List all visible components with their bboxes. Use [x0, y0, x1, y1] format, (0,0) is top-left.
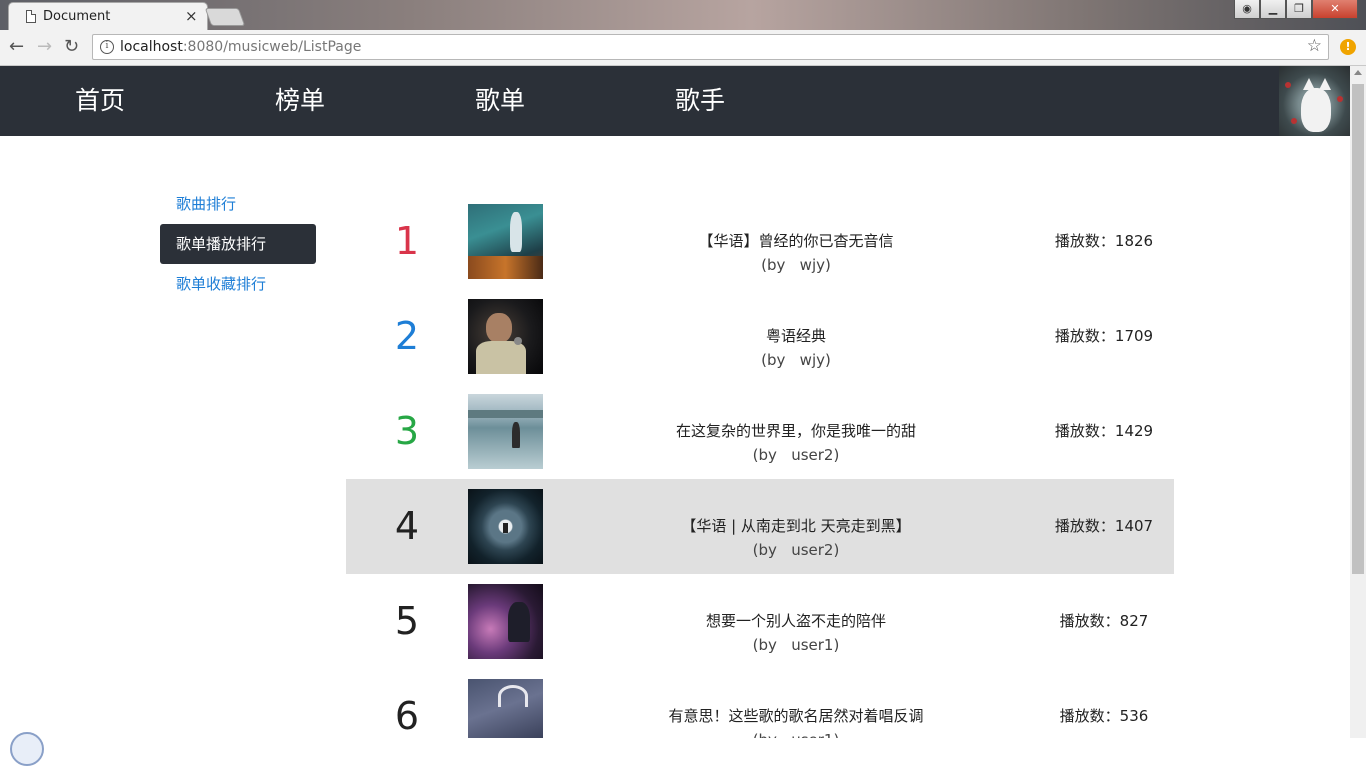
nav-singers[interactable]: 歌手	[675, 86, 725, 116]
document-icon	[26, 10, 36, 23]
ranking-list: 1 【华语】曾经的你已杳无音信 (by wjy) 播放数：1826 2 粤语经典…	[346, 194, 1174, 738]
address-bar[interactable]: i localhost:8080/musicweb/ListPage ☆	[92, 34, 1329, 60]
page-scrollbar[interactable]	[1350, 66, 1366, 738]
minimize-icon[interactable]: ▁	[1260, 0, 1286, 19]
cover-figure	[512, 422, 520, 448]
avatar-flower	[1337, 96, 1343, 102]
back-icon[interactable]: ←	[9, 36, 24, 58]
playlist-cover[interactable]	[468, 299, 543, 374]
avatar-cat-body	[1301, 88, 1331, 132]
sidebar-item-song-ranking[interactable]: 歌曲排行	[160, 184, 316, 224]
playlist-title[interactable]: 【华语】曾经的你已杳无音信	[606, 231, 986, 251]
playlist-cover[interactable]	[468, 489, 543, 564]
play-count: 播放数：1407	[1054, 517, 1154, 535]
rank-number: 5	[394, 599, 420, 643]
forward-icon[interactable]: →	[37, 36, 52, 58]
restore-icon[interactable]: ❐	[1286, 0, 1312, 19]
rank-number: 6	[394, 694, 420, 738]
play-count: 播放数：1709	[1054, 327, 1154, 345]
nav-charts[interactable]: 榜单	[275, 86, 325, 116]
playlist-cover[interactable]	[468, 394, 543, 469]
page-viewport: 首页 榜单 歌单 歌手 歌曲排行 歌单播放排行 歌单收藏排行 1 【华语】曾经的…	[0, 66, 1350, 738]
playlist-info: 在这复杂的世界里，你是我唯一的甜 (by user2)	[606, 384, 986, 479]
playlist-cover[interactable]	[468, 204, 543, 279]
sidebar-item-playlist-favorite-ranking[interactable]: 歌单收藏排行	[160, 264, 316, 304]
play-count: 播放数：827	[1059, 612, 1149, 630]
ranking-row[interactable]: 4 【华语 | 从南走到北 天亮走到黑】 (by user2) 播放数：1407	[346, 479, 1174, 574]
playlist-info: 想要一个别人盗不走的陪伴 (by user1)	[606, 574, 986, 669]
new-tab-button[interactable]	[204, 8, 246, 26]
ranking-row[interactable]: 3 在这复杂的世界里，你是我唯一的甜 (by user2) 播放数：1429	[346, 384, 1174, 479]
window-controls: ◉ ▁ ❐ ✕	[1234, 0, 1358, 19]
nav-playlists[interactable]: 歌单	[475, 86, 525, 116]
avatar-flower	[1285, 82, 1291, 88]
extension-alert-icon[interactable]: !	[1340, 39, 1356, 55]
browser-toolbar: ← → ↻ i localhost:8080/musicweb/ListPage…	[0, 30, 1366, 66]
avatar-flower	[1291, 118, 1297, 124]
playlist-title[interactable]: 【华语 | 从南走到北 天亮走到黑】	[606, 516, 986, 536]
browser-titlebar: Document × ◉ ▁ ❐ ✕	[0, 0, 1366, 30]
sidebar-item-playlist-play-ranking[interactable]: 歌单播放排行	[160, 224, 316, 264]
window-close-icon[interactable]: ✕	[1312, 0, 1358, 19]
playlist-cover[interactable]	[468, 584, 543, 659]
tab-title: Document	[43, 9, 111, 24]
cover-face	[486, 313, 512, 343]
ranking-row[interactable]: 2 粤语经典 (by wjy) 播放数：1709	[346, 289, 1174, 384]
url-path: :8080/musicweb/ListPage	[182, 39, 362, 55]
cover-figure	[510, 212, 522, 252]
cover-microphone	[514, 337, 522, 345]
playlist-cover[interactable]	[468, 679, 543, 738]
playlist-title[interactable]: 粤语经典	[606, 326, 986, 346]
browser-tab[interactable]: Document ×	[8, 2, 208, 30]
floating-widget-icon[interactable]	[10, 732, 44, 766]
play-count: 播放数：536	[1059, 707, 1149, 725]
rank-number: 4	[394, 504, 420, 548]
cover-figure	[503, 523, 508, 533]
playlist-info: 【华语】曾经的你已杳无音信 (by wjy)	[606, 194, 986, 289]
top-navigation: 首页 榜单 歌单 歌手	[0, 66, 1350, 136]
playlist-author: (by wjy)	[761, 256, 831, 274]
play-count: 播放数：1429	[1054, 422, 1154, 440]
rank-number: 1	[394, 219, 420, 263]
ranking-row[interactable]: 1 【华语】曾经的你已杳无音信 (by wjy) 播放数：1826	[346, 194, 1174, 289]
ranking-row[interactable]: 5 想要一个别人盗不走的陪伴 (by user1) 播放数：827	[346, 574, 1174, 669]
scrollbar-thumb[interactable]	[1352, 84, 1364, 574]
reload-icon[interactable]: ↻	[64, 36, 79, 58]
url-host: localhost	[120, 39, 183, 55]
cover-mountains	[468, 410, 543, 418]
playlist-author: (by user2)	[752, 541, 840, 559]
playlist-info: 有意思！这些歌的歌名居然对着唱反调 (by user1)	[606, 669, 986, 738]
playlist-author: (by user1)	[606, 730, 986, 738]
cover-ground	[468, 256, 543, 279]
playlist-info: 【华语 | 从南走到北 天亮走到黑】 (by user2)	[606, 479, 986, 574]
playlist-title[interactable]: 有意思！这些歌的歌名居然对着唱反调	[606, 706, 986, 726]
bookmark-star-icon[interactable]: ☆	[1307, 36, 1322, 56]
cover-arm	[498, 685, 528, 707]
cover-figure	[508, 602, 530, 642]
playlist-title[interactable]: 想要一个别人盗不走的陪伴	[606, 611, 986, 631]
ranking-row[interactable]: 6 有意思！这些歌的歌名居然对着唱反调 (by user1) 播放数：536	[346, 669, 1174, 738]
nav-home[interactable]: 首页	[75, 86, 125, 116]
url-text: localhost:8080/musicweb/ListPage	[120, 39, 361, 55]
cover-shirt	[476, 341, 526, 374]
rank-number: 3	[394, 409, 420, 453]
playlist-title[interactable]: 在这复杂的世界里，你是我唯一的甜	[606, 421, 986, 441]
playlist-author: (by user1)	[752, 636, 840, 654]
playlist-author: (by user2)	[752, 446, 840, 464]
info-icon[interactable]: i	[100, 40, 114, 54]
user-avatar[interactable]	[1279, 66, 1350, 136]
rank-number: 2	[394, 314, 420, 358]
user-profile-icon[interactable]: ◉	[1234, 0, 1260, 19]
playlist-author: (by wjy)	[761, 351, 831, 369]
tab-close-icon[interactable]: ×	[185, 7, 198, 25]
scroll-up-icon[interactable]	[1354, 70, 1362, 75]
ranking-sidebar: 歌曲排行 歌单播放排行 歌单收藏排行	[160, 184, 316, 304]
play-count: 播放数：1826	[1054, 232, 1154, 250]
playlist-info: 粤语经典 (by wjy)	[606, 289, 986, 384]
